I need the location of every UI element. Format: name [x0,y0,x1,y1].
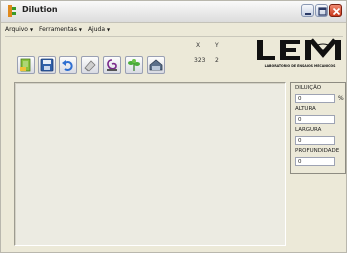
menu-arquivo[interactable]: Arquivo ▼ [5,26,33,33]
dilution-button[interactable] [103,56,121,74]
dilution-icon [107,59,117,71]
eraser-icon [84,60,96,72]
undo-button[interactable] [59,56,77,74]
y-label: Y [215,42,219,49]
window-title: Dilution [22,5,58,14]
dilucao-field[interactable] [295,94,335,103]
y-value: 2 [215,57,219,64]
largura-field[interactable] [295,136,335,145]
parameters-panel: DILUIÇÃO % ALTURA LARGURA PROFUNDIDADE [290,82,346,174]
eraser-button[interactable] [81,56,99,74]
largura-label: LARGURA [295,127,322,133]
open-button[interactable] [17,56,35,74]
minimize-icon [305,13,311,15]
lem-logo: LABORATORIO DE ENSAIOS MECANICOS [257,38,341,68]
x-label: X [196,42,201,49]
close-icon [332,7,341,16]
export-icon [149,59,163,71]
altura-label: ALTURA [295,106,316,112]
open-file-icon [20,58,31,72]
maximize-icon [318,7,327,16]
chevron-down-icon: ▼ [29,26,34,32]
menu-ferramentas-label: Ferramentas [39,25,77,33]
title-bar[interactable]: Dilution [1,1,346,23]
menu-divider [5,36,343,37]
app-window: Dilution Arquivo ▼ Ferramentas ▼ Ajuda ▼… [0,0,347,253]
x-value: 323 [194,57,206,64]
close-button[interactable] [329,4,342,17]
menu-ajuda[interactable]: Ajuda ▼ [88,26,110,33]
profundidade-label: PROFUNDIDADE [295,148,340,154]
menu-bar: Arquivo ▼ Ferramentas ▼ Ajuda ▼ [5,23,110,35]
menu-ajuda-label: Ajuda [87,25,106,33]
profundidade-field[interactable] [295,157,335,166]
plant-icon [128,59,140,71]
plant-button[interactable] [125,56,143,74]
undo-icon [62,60,73,71]
svg-text:LABORATORIO DE ENSAIOS MECANIC: LABORATORIO DE ENSAIOS MECANICOS [265,64,337,68]
menu-ferramentas[interactable]: Ferramentas ▼ [39,26,82,33]
chevron-down-icon: ▼ [78,26,82,32]
minimize-button[interactable] [301,4,314,17]
save-icon [40,58,54,72]
percent-unit: % [338,95,344,102]
altura-field[interactable] [295,115,335,124]
chevron-down-icon: ▼ [107,26,111,32]
save-button[interactable] [38,56,56,74]
dilucao-label: DILUIÇÃO [295,85,322,91]
app-icon [8,5,16,17]
export-button[interactable] [147,56,165,74]
menu-arquivo-label: Arquivo [5,25,28,33]
drawing-canvas[interactable] [14,82,286,246]
maximize-button[interactable] [315,4,328,17]
